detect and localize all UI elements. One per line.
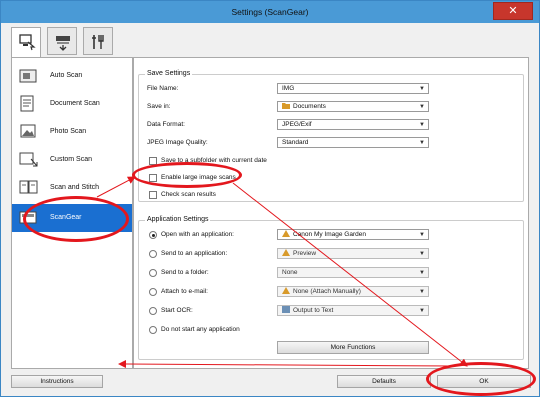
annotation-arrows	[96, 176, 468, 369]
settings-window: Settings (ScanGear) ✕ Auto Scan Document…	[0, 0, 540, 397]
arrow-to-large-scans	[96, 176, 136, 198]
arrow-to-bottom-left	[118, 360, 454, 369]
arrow-to-ok	[232, 182, 468, 367]
